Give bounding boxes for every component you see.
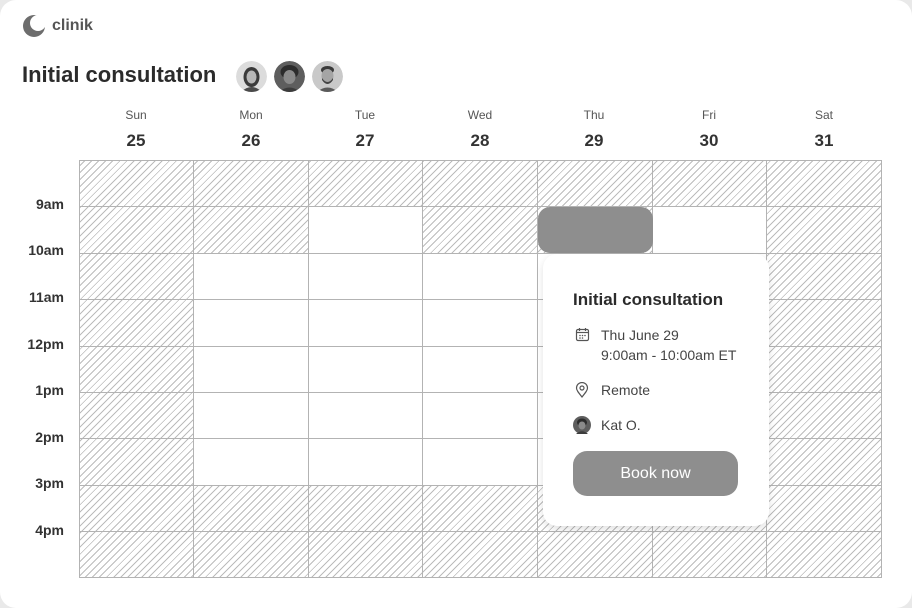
- popover-date: Thu June 29: [601, 327, 679, 343]
- time-label: 4pm: [35, 522, 64, 538]
- time-label: 2pm: [35, 429, 64, 445]
- available-slot-block[interactable]: [194, 253, 538, 485]
- day-date: 30: [699, 131, 719, 150]
- time-label: 11am: [28, 289, 64, 305]
- day-name: Sat: [814, 108, 833, 122]
- time-label: 9am: [35, 196, 64, 212]
- app-card: clinik Initial consultation Sun Mon Tue …: [0, 0, 912, 608]
- calendar-icon: [573, 325, 591, 343]
- day-name: Thu: [583, 108, 605, 122]
- brand-name: clinik: [52, 17, 93, 34]
- provider-avatars: [236, 61, 343, 92]
- popover-datetime: Thu June 29 9:00am - 10:00am ET: [573, 325, 736, 365]
- day-name: Sun: [125, 108, 147, 122]
- provider-avatar: [573, 416, 591, 434]
- time-label: 12pm: [27, 336, 64, 352]
- day-name: Mon: [239, 108, 263, 122]
- day-date: 28: [470, 131, 490, 150]
- day-date: 25: [126, 131, 146, 150]
- provider-name: Kat O.: [601, 417, 641, 433]
- time-label: 1pm: [35, 382, 64, 398]
- time-label: 10am: [28, 242, 64, 258]
- day-name: Wed: [467, 108, 493, 122]
- popover-title: Initial consultation: [573, 290, 724, 309]
- book-now-button[interactable]: Book now: [573, 451, 738, 496]
- day-name: Tue: [354, 108, 376, 122]
- day-name: Fri: [702, 108, 716, 122]
- day-date: 31: [814, 131, 834, 150]
- location-text: Remote: [601, 382, 651, 398]
- day-date: 26: [241, 131, 261, 150]
- popover-location: Remote: [573, 381, 650, 399]
- selected-time-slot[interactable]: [538, 207, 653, 253]
- avatar-woman[interactable]: [236, 61, 267, 92]
- avatar-man-curly[interactable]: [274, 61, 305, 92]
- popover-provider: Kat O.: [573, 416, 641, 434]
- location-pin-icon: [573, 381, 591, 399]
- clinik-logo-icon: [23, 15, 46, 37]
- day-date: 27: [355, 131, 375, 150]
- avatar-man-beard[interactable]: [312, 61, 343, 92]
- available-slot[interactable]: [308, 207, 423, 253]
- popover-time: 9:00am - 10:00am ET: [601, 347, 737, 363]
- brand-logo[interactable]: clinik: [22, 14, 93, 38]
- page-title: Initial consultation: [22, 62, 217, 87]
- day-date: 29: [584, 131, 604, 150]
- time-label: 3pm: [35, 475, 64, 491]
- available-slot[interactable]: [652, 207, 767, 253]
- booking-popover: Initial consultation Thu June 29 9:00am …: [543, 254, 769, 526]
